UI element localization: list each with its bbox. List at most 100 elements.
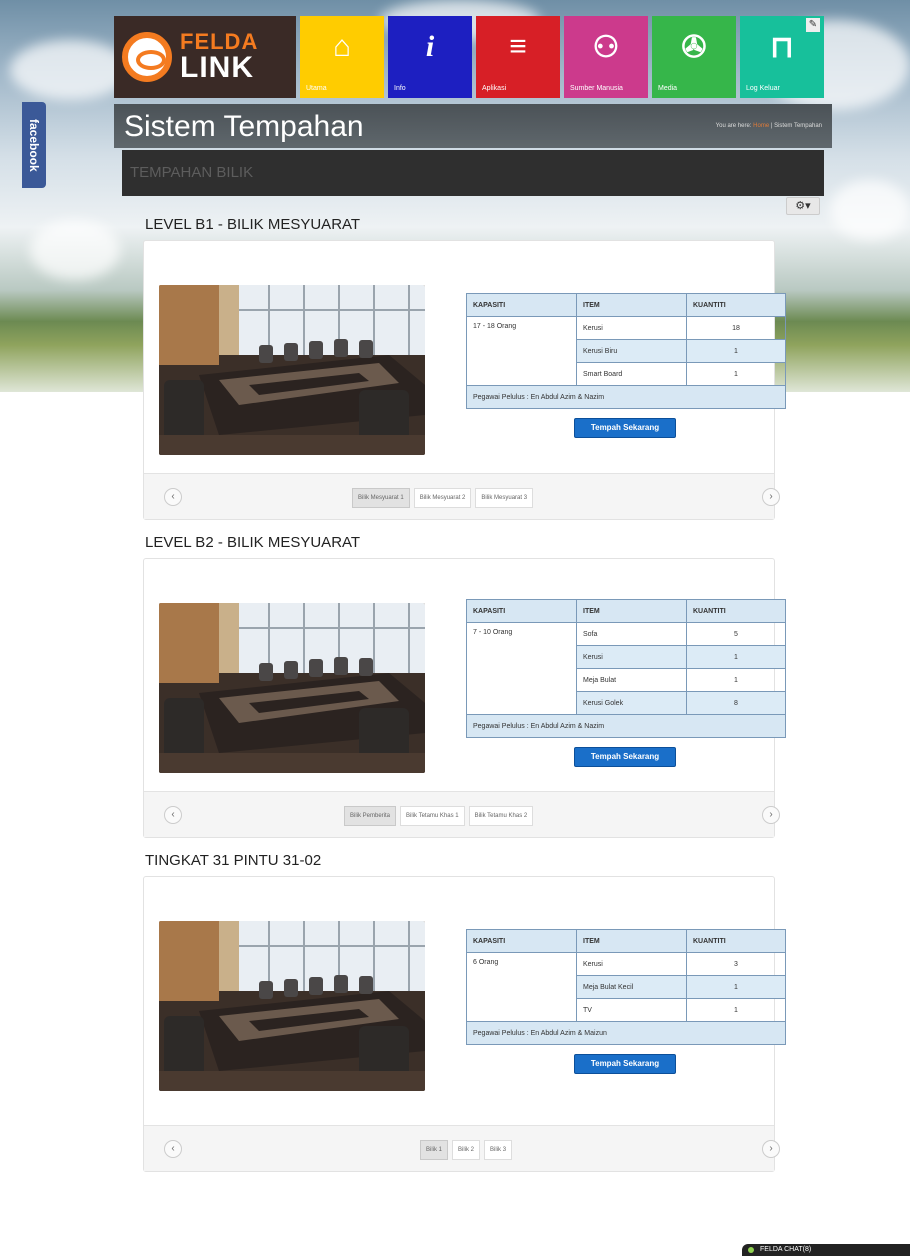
item-name: Meja Bulat [576,668,687,692]
item-name: Kerusi Golek [576,691,687,715]
capacity-value: 6 Orang [466,952,577,1022]
people-icon: ⚇ [592,31,620,64]
quantity-header: KUANTITI [686,599,786,623]
previous-arrow-icon[interactable]: ‹ [164,806,182,824]
chat-bar[interactable]: FELDA CHAT(8) [742,1244,910,1256]
edit-icon[interactable]: ✎ [806,18,820,32]
room-tab[interactable]: Bilik Tetamu Khas 1 [400,806,465,826]
nav-tile-label: Info [394,85,406,92]
item-quantity: 1 [686,998,786,1022]
table-row: 6 Orang Kerusi 3 [466,952,786,1022]
breadcrumb-home-link[interactable]: Home [753,123,769,129]
room-section-title: LEVEL B2 - BILIK MESYUARAT [145,534,361,551]
panel-heading-bar: TEMPAHAN BILIK [122,150,824,196]
settings-gear-button[interactable]: ⚙▾ [786,197,820,215]
room-tabs: Bilik Pemberita Bilik Tetamu Khas 1 Bilik … [344,806,537,826]
room-tabs: Bilik 1 Bilik 2 Bilik 3 [420,1140,516,1160]
capacity-header: KAPASITI [466,599,577,623]
book-now-button[interactable]: Tempah Sekarang [574,418,676,438]
item-quantity: 1 [686,645,786,669]
felda-link-logo[interactable]: FELDA LINK [114,16,296,98]
room-card: KAPASITI ITEM KUANTITI 7 - 10 Orang Sofa 5 Ker… [143,558,786,838]
approving-officer: Pegawai Pelulus : En Abdul Azim & Maizun [466,1021,786,1045]
next-arrow-icon[interactable]: › [762,806,780,824]
nav-tile-log-keluar[interactable]: ⊓ Log Keluar ✎ [740,16,824,98]
item-quantity: 1 [686,362,786,386]
next-arrow-icon[interactable]: › [762,1140,780,1158]
item-quantity: 1 [686,668,786,692]
info-icon: i [425,30,435,63]
item-name: Kerusi Biru [576,339,687,363]
room-pager: ‹ › Bilik 1 Bilik 2 Bilik 3 [144,1125,780,1171]
capacity-value: 7 - 10 Orang [466,622,577,715]
facebook-label: facebook [27,118,41,172]
item-name: TV [576,998,687,1022]
room-facilities-table: KAPASITI ITEM KUANTITI 6 Orang Kerusi 3 Meja B… [466,929,786,1045]
quantity-header: KUANTITI [686,293,786,317]
page-title: Sistem Tempahan [124,110,364,143]
room-card: KAPASITI ITEM KUANTITI 17 - 18 Orang Kerusi 1… [143,240,786,520]
room-facilities-table: KAPASITI ITEM KUANTITI 17 - 18 Orang Kerusi 1… [466,293,786,409]
capacity-header: KAPASITI [466,929,577,953]
item-name: Meja Bulat Kecil [576,975,687,999]
previous-arrow-icon[interactable]: ‹ [164,1140,182,1158]
logo-text-bottom: LINK [180,51,254,84]
item-quantity: 1 [686,975,786,999]
room-photo [159,285,425,455]
room-facilities-table: KAPASITI ITEM KUANTITI 7 - 10 Orang Sofa 5 Ker… [466,599,786,738]
breadcrumb-prefix: You are here: [715,123,752,129]
item-quantity: 5 [686,622,786,646]
room-tab[interactable]: Bilik Mesyuarat 2 [413,488,472,508]
item-name: Kerusi [576,316,687,340]
room-tab[interactable]: Bilik 1 [420,1140,449,1160]
previous-arrow-icon[interactable]: ‹ [164,488,182,506]
table-row: 17 - 18 Orang Kerusi 18 [466,316,786,386]
lock-icon: ⊓ [770,31,794,64]
room-tab[interactable]: Bilik 3 [484,1140,513,1160]
room-tab[interactable]: Bilik Pemberita [344,806,397,826]
item-name: Kerusi [576,645,687,669]
room-card: KAPASITI ITEM KUANTITI 6 Orang Kerusi 3 Meja B… [143,876,786,1172]
room-tabs: Bilik Mesyuarat 1 Bilik Mesyuarat 2 Bilik … [352,488,537,508]
room-section-title: LEVEL B1 - BILIK MESYUARAT [145,216,361,233]
item-name: Sofa [576,622,687,646]
room-section-title: TINGKAT 31 PINTU 31-02 [145,852,322,869]
nav-tile-utama[interactable]: ⌂ Utama [300,16,384,98]
room-tab[interactable]: Bilik Mesyuarat 1 [352,488,410,508]
title-bar: Sistem Tempahan You are here: Home | Sis… [114,104,832,148]
item-header: ITEM [576,293,687,317]
capacity-value: 17 - 18 Orang [466,316,577,386]
logo-emblem-icon [122,32,172,82]
item-header: ITEM [576,599,687,623]
book-now-button[interactable]: Tempah Sekarang [574,747,676,767]
nav-tile-sumber-manusia[interactable]: ⚇ Sumber Manusia [564,16,648,98]
room-tab[interactable]: Bilik Tetamu Khas 2 [468,806,534,826]
approving-officer: Pegawai Pelulus : En Abdul Azim & Nazim [466,714,786,738]
room-photo [159,921,425,1091]
nav-tile-info[interactable]: i Info [388,16,472,98]
item-quantity: 1 [686,339,786,363]
book-now-button[interactable]: Tempah Sekarang [574,1054,676,1074]
menu-icon: ≡ [509,30,527,63]
room-pager: ‹ › Bilik Mesyuarat 1 Bilik Mesyuarat 2 Bili… [144,473,780,519]
breadcrumb: You are here: Home | Sistem Tempahan [716,123,822,129]
nav-tile-media[interactable]: ✇ Media [652,16,736,98]
nav-tile-aplikasi[interactable]: ≡ Aplikasi [476,16,560,98]
item-name: Kerusi [576,952,687,976]
facebook-tab[interactable]: facebook [22,102,46,188]
media-icon: ✇ [681,31,707,64]
room-tab[interactable]: Bilik 2 [452,1140,481,1160]
room-photo [159,603,425,773]
approving-officer: Pegawai Pelulus : En Abdul Azim & Nazim [466,385,786,409]
table-row: 7 - 10 Orang Sofa 5 [466,622,786,715]
item-quantity: 18 [686,316,786,340]
quantity-header: KUANTITI [686,929,786,953]
item-quantity: 8 [686,691,786,715]
panel-heading: TEMPAHAN BILIK [130,164,254,181]
breadcrumb-current: Sistem Tempahan [774,123,822,129]
nav-tile-label: Aplikasi [482,85,507,92]
breadcrumb-separator: | [770,123,773,129]
room-tab[interactable]: Bilik Mesyuarat 3 [475,488,534,508]
nav-tile-label: Utama [306,85,327,92]
next-arrow-icon[interactable]: › [762,488,780,506]
